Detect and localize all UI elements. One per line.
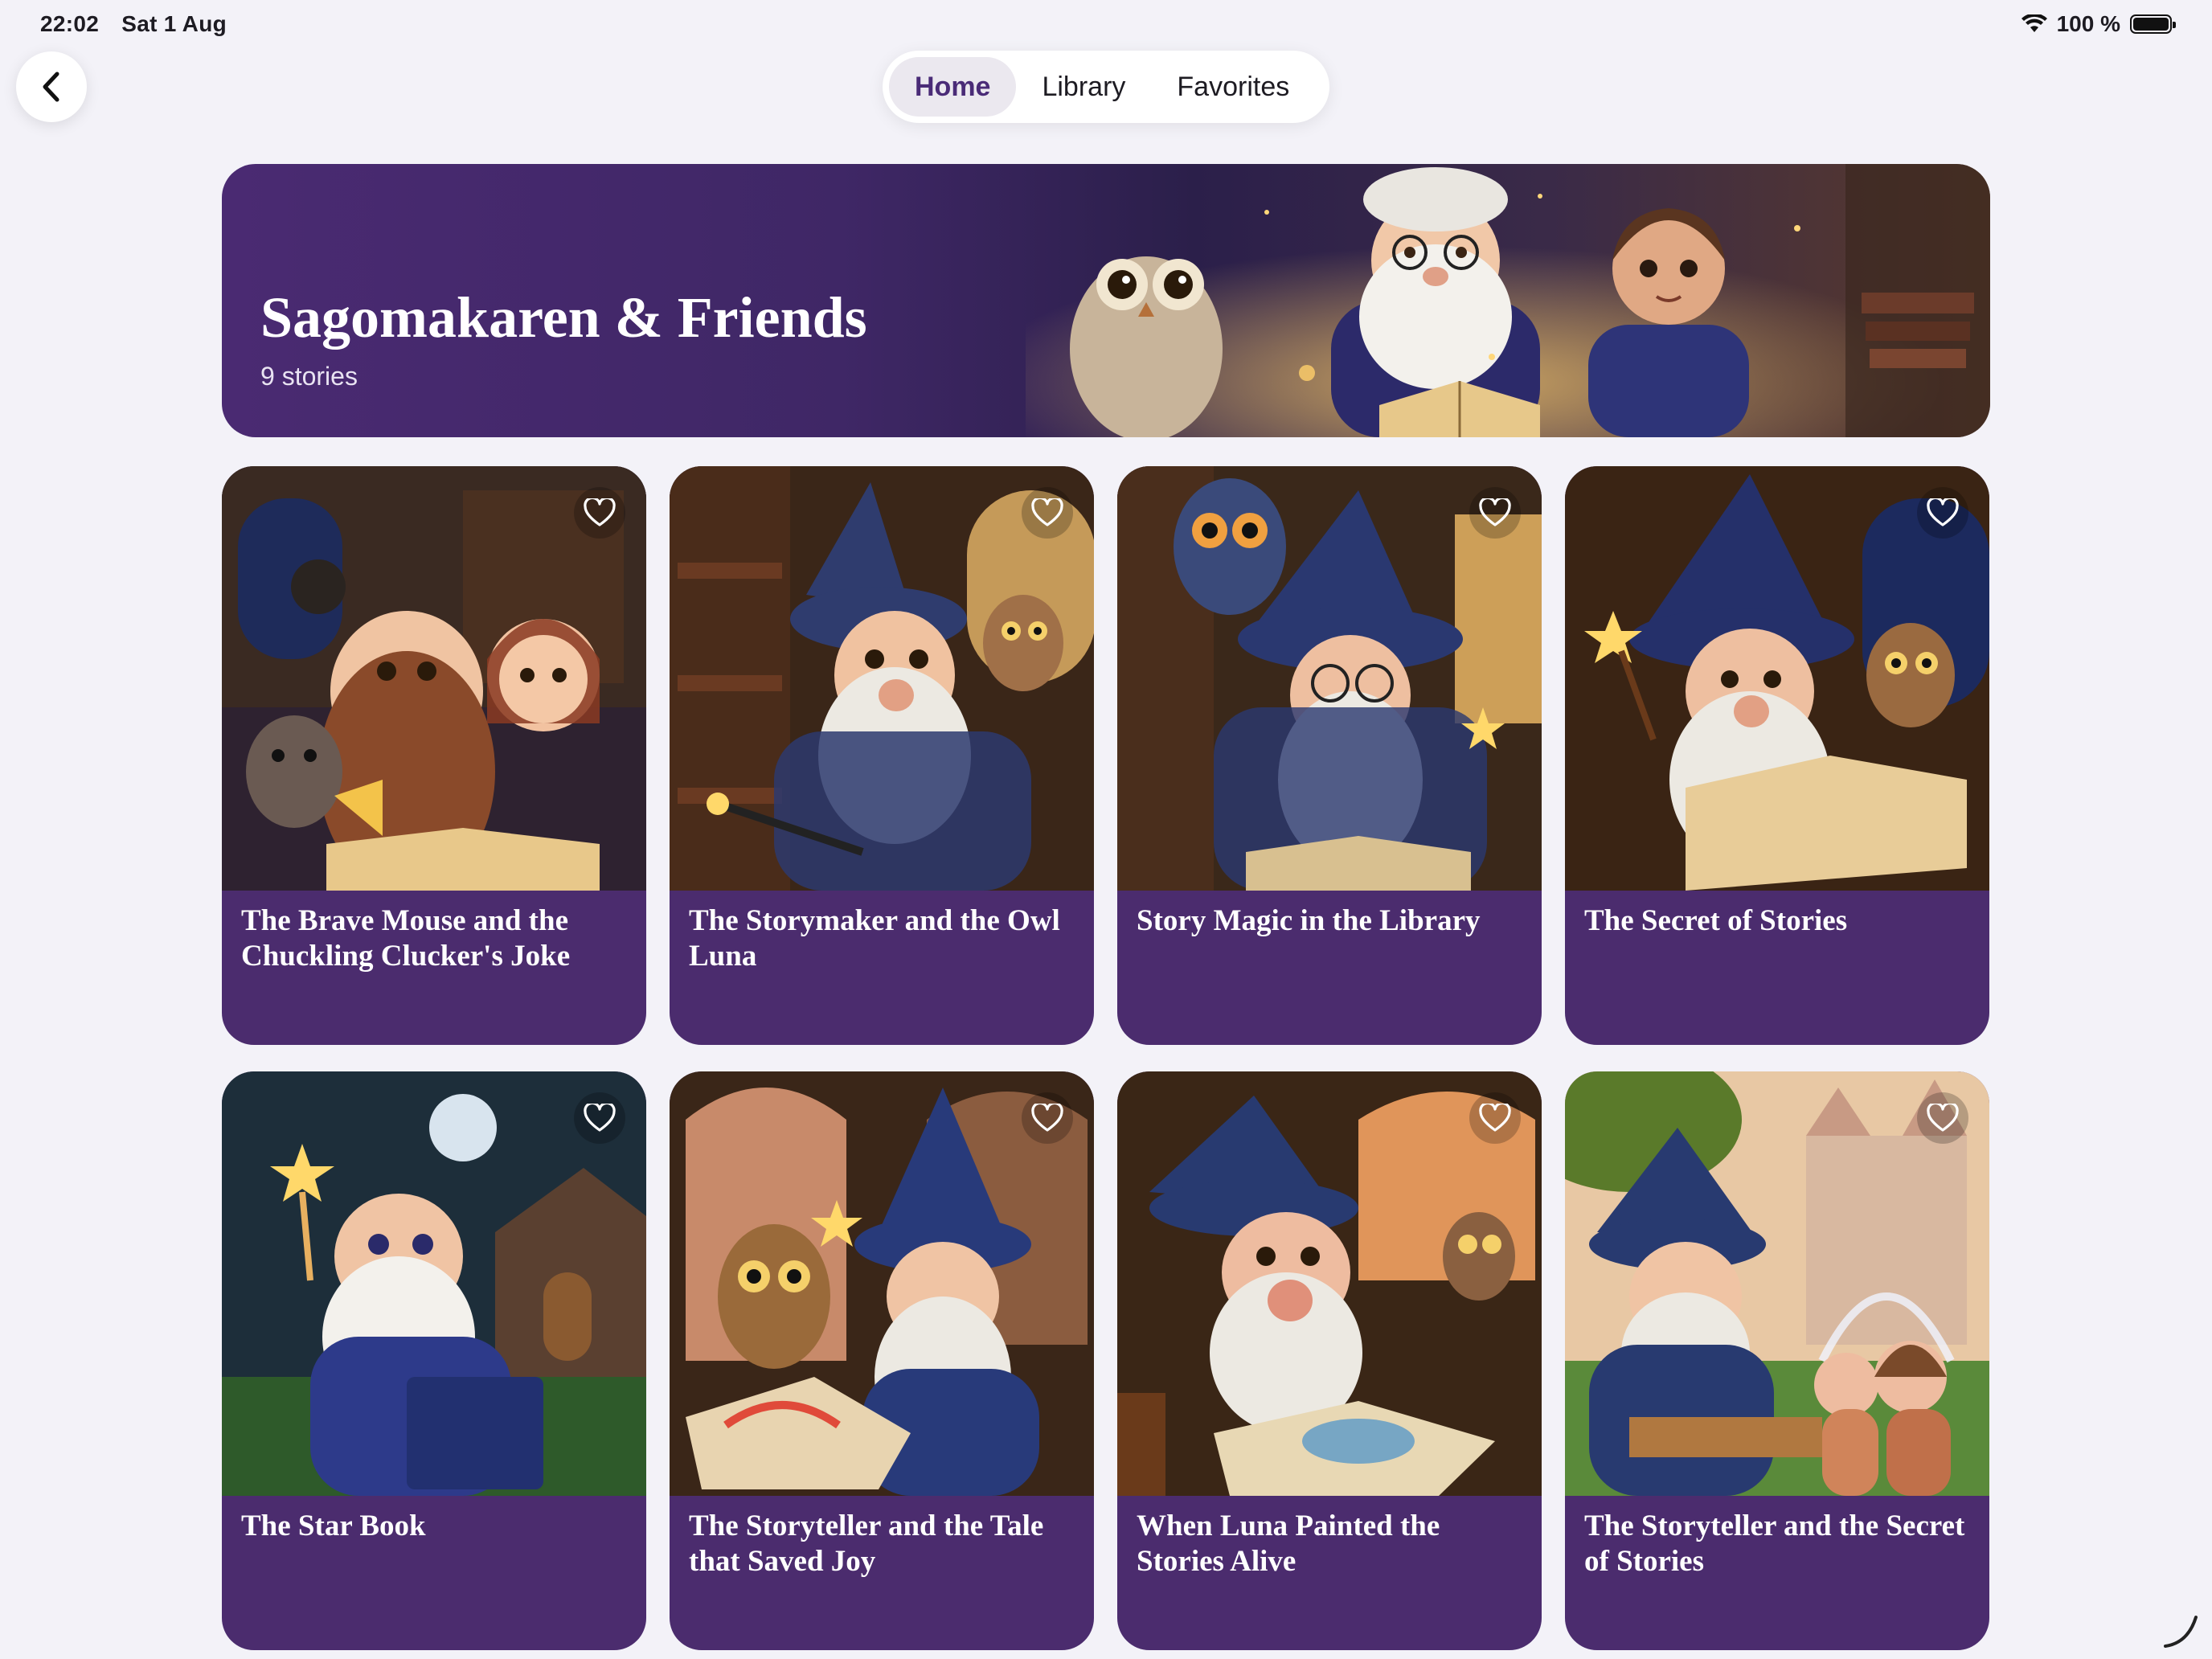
story-card[interactable]: Story Magic in the Library [1117, 466, 1542, 1045]
story-card[interactable]: The Star Book [222, 1071, 646, 1650]
tab-home[interactable]: Home [889, 57, 1017, 117]
story-title: The Storymaker and the Owl Luna [689, 904, 1060, 973]
banner-illustration [1026, 164, 1990, 437]
resize-handle-icon [2164, 1616, 2198, 1648]
story-title: The Storyteller and the Secret of Storie… [1584, 1509, 1965, 1578]
heart-outline-icon [1927, 498, 1959, 526]
story-card[interactable]: The Storyteller and the Tale that Saved … [670, 1071, 1094, 1650]
status-date: Sat 1 Aug [121, 11, 227, 36]
story-card[interactable]: The Brave Mouse and the Chuckling Clucke… [222, 466, 646, 1045]
story-title: Story Magic in the Library [1137, 904, 1481, 937]
favorite-button[interactable] [1917, 487, 1968, 539]
story-card[interactable]: The Secret of Stories [1565, 466, 1989, 1045]
battery-percent: 100 % [2056, 11, 2120, 36]
heart-outline-icon [1031, 1104, 1063, 1132]
heart-outline-icon [1479, 1104, 1511, 1132]
heart-outline-icon [584, 1104, 616, 1132]
favorite-button[interactable] [1469, 1092, 1521, 1144]
collection-title: Sagomakaren & Friends [260, 285, 867, 350]
favorite-button[interactable] [574, 487, 625, 539]
favorite-button[interactable] [1917, 1092, 1968, 1144]
story-card[interactable]: The Storyteller and the Secret of Storie… [1565, 1071, 1989, 1650]
status-bar-left: 22:02 Sat 1 Aug [40, 11, 243, 37]
status-time: 22:02 [40, 11, 100, 36]
favorite-button[interactable] [1469, 487, 1521, 539]
story-card[interactable]: The Storymaker and the Owl Luna [670, 466, 1094, 1045]
story-title: The Storyteller and the Tale that Saved … [689, 1509, 1044, 1578]
collection-story-count: 9 stories [260, 362, 358, 391]
wifi-icon [2021, 14, 2047, 32]
tab-library[interactable]: Library [1016, 57, 1151, 117]
heart-outline-icon [584, 498, 616, 526]
heart-outline-icon [1031, 498, 1063, 526]
favorite-button[interactable] [1022, 1092, 1073, 1144]
heart-outline-icon [1479, 498, 1511, 526]
story-title: The Star Book [241, 1509, 426, 1542]
battery-icon [2130, 14, 2176, 34]
status-bar-right: 100 % [2021, 11, 2176, 37]
story-card[interactable]: When Luna Painted the Stories Alive [1117, 1071, 1542, 1650]
back-button[interactable] [16, 51, 87, 122]
chevron-left-icon [43, 72, 59, 102]
collection-banner: Sagomakaren & Friends 9 stories [222, 164, 1990, 437]
story-title: The Brave Mouse and the Chuckling Clucke… [241, 904, 571, 973]
favorite-button[interactable] [574, 1092, 625, 1144]
story-title: The Secret of Stories [1584, 904, 1848, 937]
main-nav-tabs: Home Library Favorites [883, 51, 1329, 123]
tab-favorites[interactable]: Favorites [1151, 57, 1315, 117]
favorite-button[interactable] [1022, 487, 1073, 539]
heart-outline-icon [1927, 1104, 1959, 1132]
story-title: When Luna Painted the Stories Alive [1137, 1509, 1440, 1578]
